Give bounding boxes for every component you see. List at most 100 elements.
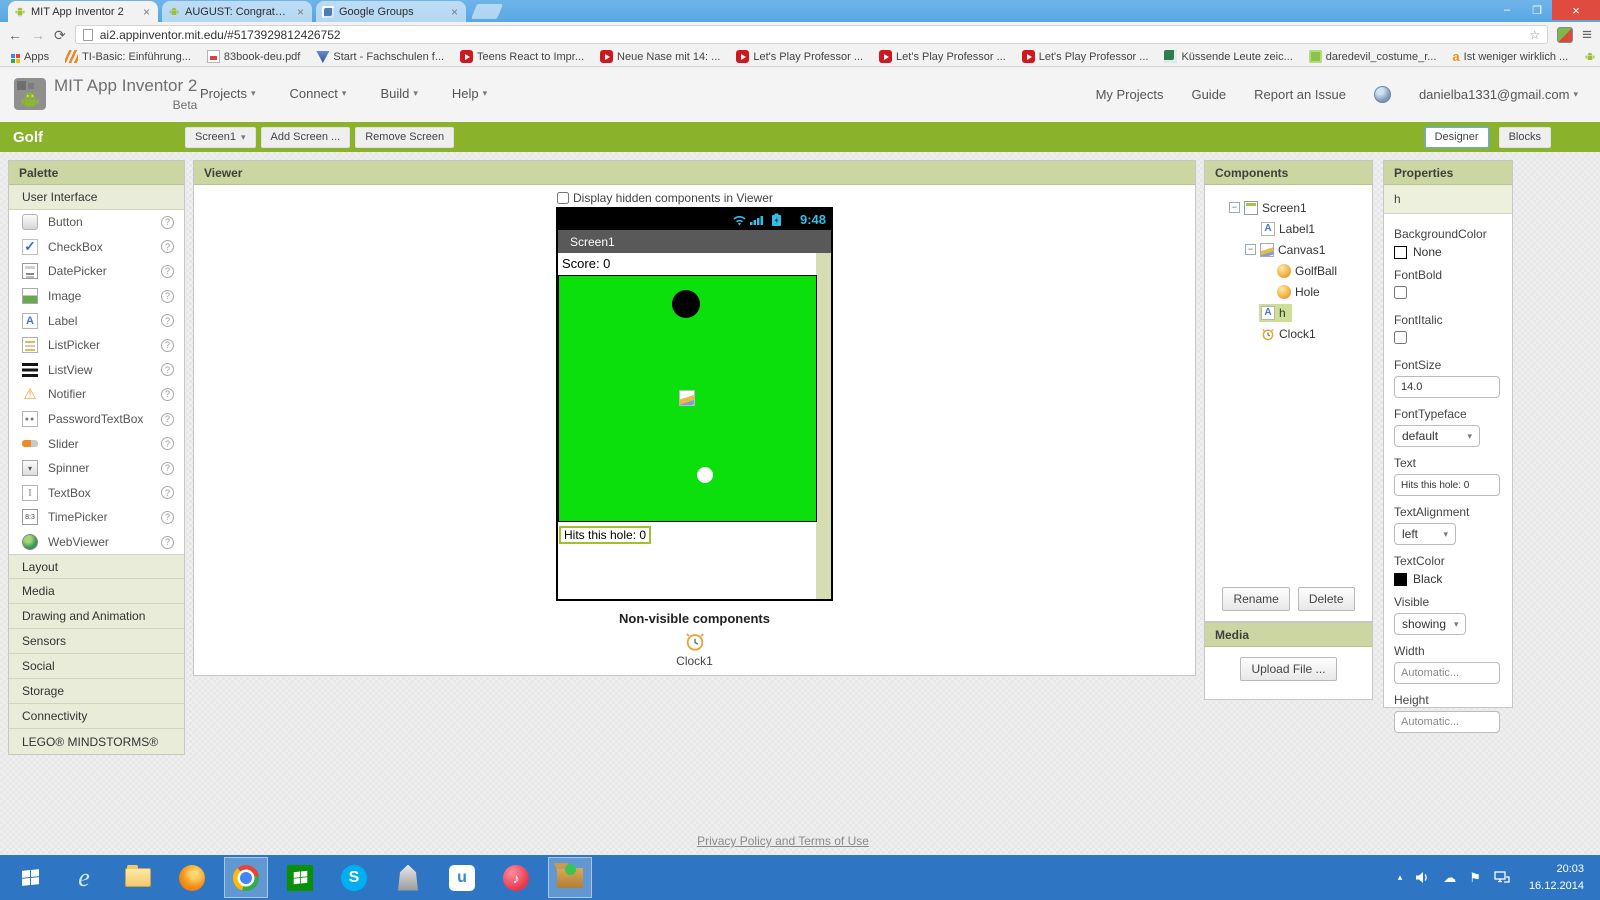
help-icon[interactable]: ? (161, 240, 174, 253)
account-menu[interactable]: danielba1331@gmail.com▾ (1419, 87, 1578, 102)
tab-close-icon[interactable]: × (141, 6, 152, 18)
bookmark-item[interactable]: Let's Play Professor ... (879, 50, 1006, 63)
image-sprite[interactable] (679, 390, 695, 406)
bookmark-item[interactable]: TI-Basic: Einführung... (65, 50, 191, 63)
bookmark-item[interactable]: ai2.appinventor.mit.... (1584, 51, 1600, 63)
palette-section-connectivity[interactable]: Connectivity (9, 704, 184, 729)
visible-select[interactable]: showing▾ (1394, 613, 1466, 635)
itunes-button[interactable]: ♪ (494, 857, 538, 898)
menu-connect[interactable]: Connect▾ (290, 86, 347, 101)
forward-button[interactable]: → (31, 28, 45, 42)
volume-icon[interactable] (1415, 871, 1430, 884)
tab-close-icon[interactable]: × (295, 6, 306, 18)
palette-section-sensors[interactable]: Sensors (9, 629, 184, 654)
delete-button[interactable]: Delete (1298, 587, 1355, 611)
blocks-button[interactable]: Blocks (1499, 127, 1551, 148)
help-icon[interactable]: ? (161, 290, 174, 303)
bookmark-item[interactable]: 83book-deu.pdf (207, 50, 300, 63)
palette-item-label[interactable]: ALabel? (9, 308, 184, 333)
bookmark-item[interactable]: daredevil_costume_r... (1309, 50, 1437, 63)
palette-item-passwordtextbox[interactable]: ●●PasswordTextBox? (9, 407, 184, 432)
palette-item-datepicker[interactable]: DatePicker? (9, 259, 184, 284)
taskbar-clock[interactable]: 20:03 16.12.2014 (1529, 861, 1592, 894)
palette-section-media[interactable]: Media (9, 579, 184, 604)
collapse-icon[interactable]: − (1245, 244, 1256, 255)
help-icon[interactable]: ? (161, 339, 174, 352)
onedrive-cloud-icon[interactable]: ☁ (1443, 870, 1456, 886)
windows-store-button[interactable] (278, 857, 322, 898)
assassins-creed-button[interactable] (386, 857, 430, 898)
add-screen-button[interactable]: Add Screen ... (261, 127, 351, 148)
golfball-sprite[interactable] (697, 467, 713, 483)
help-icon[interactable]: ? (161, 511, 174, 524)
back-button[interactable]: ← (8, 28, 22, 42)
bookmark-item[interactable]: Küssende Leute zeic... (1164, 50, 1292, 63)
tree-item-h-selected[interactable]: Ah (1205, 302, 1372, 323)
firefox-button[interactable] (170, 857, 214, 898)
palette-section-social[interactable]: Social (9, 654, 184, 679)
palette-item-webviewer[interactable]: WebViewer? (9, 530, 184, 555)
tree-item-canvas1[interactable]: −Canvas1 (1205, 239, 1372, 260)
bookmark-item[interactable]: Let's Play Professor ... (736, 50, 863, 63)
bookmark-star-icon[interactable]: ☆ (1529, 28, 1540, 42)
minimize-button[interactable]: – (1492, 0, 1522, 20)
score-label-component[interactable]: Score: 0 (558, 253, 816, 275)
backgroundcolor-picker[interactable]: None (1394, 245, 1502, 259)
tab-google-groups[interactable]: Google Groups × (316, 1, 466, 22)
menu-build[interactable]: Build▾ (380, 86, 417, 101)
app-box-button-active[interactable] (548, 857, 592, 898)
palette-item-notifier[interactable]: ⚠Notifier? (9, 382, 184, 407)
bookmark-item[interactable]: Teens React to Impr... (460, 50, 584, 63)
nonvisible-clock-component[interactable]: Clock1 (676, 630, 713, 668)
palette-section-storage[interactable]: Storage (9, 679, 184, 704)
tree-item-label1[interactable]: ALabel1 (1205, 218, 1372, 239)
address-bar[interactable]: ai2.appinventor.mit.edu/#517392981242675… (75, 25, 1548, 44)
bookmark-item[interactable]: Let's Play Professor ... (1022, 50, 1149, 63)
help-icon[interactable]: ? (161, 216, 174, 229)
link-guide[interactable]: Guide (1191, 87, 1226, 102)
canvas-component[interactable] (558, 275, 817, 522)
reload-button[interactable]: ⟳ (54, 28, 66, 42)
palette-section-layout[interactable]: Layout (9, 554, 184, 579)
chrome-button-active[interactable] (224, 857, 268, 898)
privacy-terms-link[interactable]: Privacy Policy and Terms of Use (0, 834, 1566, 848)
uplay-button[interactable]: u (440, 857, 484, 898)
hits-label-component-selected[interactable]: Hits this hole: 0 (559, 526, 651, 544)
remove-screen-button[interactable]: Remove Screen (355, 127, 454, 148)
palette-item-button[interactable]: Button? (9, 210, 184, 235)
palette-item-timepicker[interactable]: 8:3TimePicker? (9, 505, 184, 530)
action-center-flag-icon[interactable]: ⚑ (1469, 870, 1481, 886)
designer-button[interactable]: Designer (1425, 127, 1489, 148)
rename-button[interactable]: Rename (1222, 587, 1289, 611)
tab-mit-app-inventor[interactable]: MIT App Inventor 2 × (8, 1, 158, 22)
text-input[interactable] (1394, 474, 1500, 496)
help-icon[interactable]: ? (161, 462, 174, 475)
tree-item-screen1[interactable]: −Screen1 (1205, 197, 1372, 218)
help-icon[interactable]: ? (161, 536, 174, 549)
tab-close-icon[interactable]: × (449, 6, 460, 18)
palette-item-slider[interactable]: Slider? (9, 431, 184, 456)
skype-button[interactable]: S (332, 857, 376, 898)
hidden-icons-caret[interactable]: ▴ (1398, 872, 1403, 883)
maximize-button[interactable]: ❐ (1522, 0, 1552, 20)
language-globe-icon[interactable] (1374, 86, 1391, 103)
network-icon[interactable] (1494, 871, 1510, 884)
link-my-projects[interactable]: My Projects (1096, 87, 1164, 102)
collapse-icon[interactable]: − (1229, 202, 1240, 213)
palette-item-listpicker[interactable]: ListPicker? (9, 333, 184, 358)
hole-sprite[interactable] (672, 290, 700, 318)
bookmark-item[interactable]: Start - Fachschulen f... (316, 50, 444, 63)
palette-item-textbox[interactable]: ITextBox? (9, 481, 184, 506)
start-button[interactable] (8, 857, 52, 898)
help-icon[interactable]: ? (161, 363, 174, 376)
help-icon[interactable]: ? (161, 314, 174, 327)
palette-section-lego[interactable]: LEGO® MINDSTORMS® (9, 729, 184, 754)
close-button[interactable]: × (1552, 0, 1600, 20)
file-explorer-button[interactable] (116, 857, 160, 898)
textalignment-select[interactable]: left▾ (1394, 523, 1456, 545)
fontsize-input[interactable] (1394, 376, 1500, 398)
browser-menu-icon[interactable]: ≡ (1582, 26, 1592, 43)
palette-section-drawing[interactable]: Drawing and Animation (9, 604, 184, 629)
fontitalic-checkbox[interactable] (1394, 331, 1407, 344)
upload-file-button[interactable]: Upload File ... (1240, 657, 1336, 681)
